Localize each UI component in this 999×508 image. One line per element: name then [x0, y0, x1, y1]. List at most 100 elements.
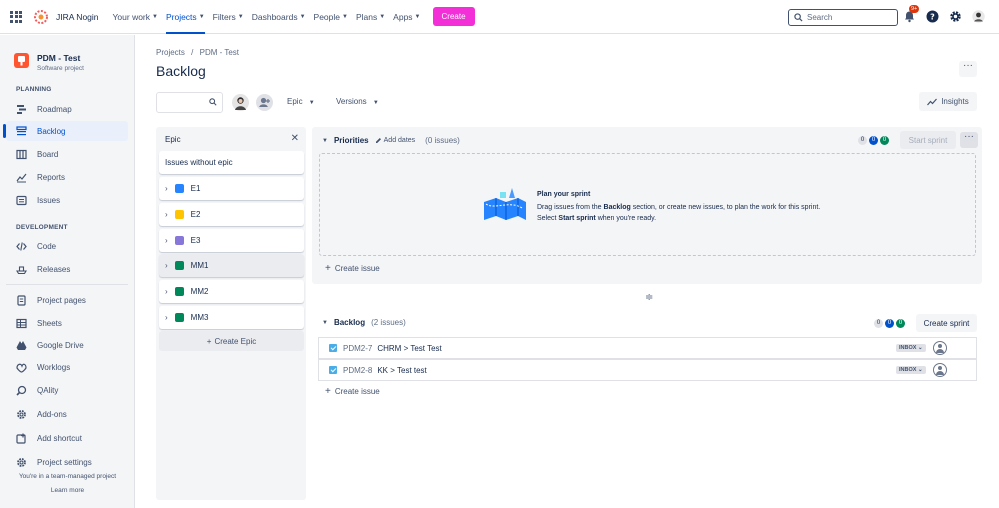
- epic-row[interactable]: › E3: [159, 229, 304, 252]
- sidebar-item-label: Board: [37, 149, 59, 159]
- notifications-icon[interactable]: 9+: [903, 5, 920, 23]
- settings-gear-icon[interactable]: [949, 10, 962, 23]
- epic-filter-label: Epic: [287, 97, 303, 106]
- versions-filter-dropdown[interactable]: Versions ▼: [336, 97, 379, 106]
- sidebar-item-issues[interactable]: Issues: [6, 190, 128, 210]
- project-name: PDM - Test: [37, 53, 81, 63]
- sidebar-item-qality[interactable]: QAlity: [6, 380, 128, 400]
- epic-name: E3: [190, 236, 201, 245]
- epic-row[interactable]: › E1: [159, 177, 304, 200]
- add-ons-gear-icon: [17, 409, 26, 419]
- epic-row[interactable]: › MM1: [159, 254, 304, 277]
- nav-apps[interactable]: Apps ▼: [393, 0, 420, 34]
- close-icon[interactable]: ✕: [291, 133, 299, 144]
- nav-filters[interactable]: Filters ▼: [213, 0, 244, 34]
- sidebar-item-reports[interactable]: Reports: [6, 167, 128, 187]
- epic-row[interactable]: › MM3: [159, 306, 304, 329]
- chevron-right-icon[interactable]: ›: [165, 313, 168, 322]
- issue-key[interactable]: PDM2-7: [343, 344, 372, 353]
- chevron-right-icon[interactable]: ›: [165, 261, 168, 270]
- releases-ship-icon: [16, 265, 27, 274]
- add-people-avatar-icon[interactable]: [256, 94, 273, 111]
- nav-your-work[interactable]: Your work ▼: [113, 0, 158, 34]
- epic-row[interactable]: › E2: [159, 203, 304, 226]
- sidebar-item-project-settings[interactable]: Project settings: [6, 452, 128, 472]
- nav-projects[interactable]: Projects ▼: [165, 0, 205, 34]
- create-sprint-button[interactable]: Create sprint: [916, 314, 977, 332]
- sidebar-item-sheets[interactable]: Sheets: [6, 313, 128, 333]
- sidebar-item-code[interactable]: Code: [6, 236, 128, 256]
- help-icon[interactable]: ?: [926, 10, 939, 23]
- status-label: INBOX: [899, 345, 917, 351]
- site-name[interactable]: JIRA Nogin: [56, 12, 99, 22]
- sidebar-item-board[interactable]: Board: [6, 144, 128, 164]
- epic-name: E1: [190, 184, 201, 193]
- chevron-down-icon[interactable]: ▼: [322, 138, 328, 144]
- sidebar-item-roadmap[interactable]: Roadmap: [6, 99, 128, 119]
- nav-people[interactable]: People ▼: [314, 0, 348, 34]
- jira-logo-icon[interactable]: [34, 9, 48, 24]
- task-type-icon: [329, 344, 337, 352]
- issue-summary: KK > Test test: [377, 365, 427, 375]
- sidebar-item-google-drive[interactable]: Google Drive: [6, 335, 128, 355]
- sidebar-item-add-ons[interactable]: Add-ons: [6, 404, 128, 424]
- backlog-header: ▼ Backlog (2 issues): [322, 318, 406, 327]
- chevron-down-icon: ▼: [308, 100, 315, 106]
- app-switcher-icon[interactable]: [10, 10, 22, 23]
- page-more-actions-button[interactable]: ···: [959, 61, 977, 77]
- sidebar-item-label: Releases: [37, 264, 71, 274]
- add-dates-label: Add dates: [383, 137, 416, 144]
- learn-more-link[interactable]: Learn more: [0, 487, 135, 494]
- chevron-down-icon[interactable]: ▼: [322, 320, 328, 326]
- sidebar-item-project-pages[interactable]: Project pages: [6, 290, 128, 310]
- sidebar-item-label: Code: [37, 241, 57, 251]
- backlog-create-issue-button[interactable]: + Create issue: [325, 386, 380, 397]
- drag-handle-icon[interactable]: ≑: [645, 292, 653, 303]
- issue-row[interactable]: PDM2-8 KK > Test test INBOX ⌄: [318, 359, 977, 381]
- sidebar-item-label: Backlog: [37, 126, 66, 136]
- sidebar-item-releases[interactable]: Releases: [6, 259, 128, 279]
- epic-color-swatch: [174, 287, 184, 296]
- unassigned-avatar-icon[interactable]: [933, 363, 947, 377]
- development-section-label: DEVELOPMENT: [16, 224, 68, 231]
- epic-filter-dropdown[interactable]: Epic ▼: [287, 97, 315, 106]
- issue-key[interactable]: PDM2-8: [343, 366, 372, 375]
- profile-avatar[interactable]: [972, 10, 985, 23]
- nav-dashboards[interactable]: Dashboards ▼: [252, 0, 306, 34]
- chevron-right-icon[interactable]: ›: [165, 236, 168, 245]
- user-avatar-filter[interactable]: [232, 94, 249, 111]
- planning-section-label: PLANNING: [16, 86, 52, 93]
- svg-text:?: ?: [930, 13, 935, 22]
- sidebar-item-worklogs[interactable]: Worklogs: [6, 357, 128, 377]
- sidebar-item-backlog[interactable]: Backlog: [3, 121, 128, 141]
- in-progress-count-badge: 0: [869, 136, 878, 145]
- plan-sprint-message: Plan your sprint Drag issues from the Ba…: [537, 189, 827, 224]
- status-dropdown[interactable]: INBOX ⌄: [896, 344, 926, 352]
- chevron-right-icon[interactable]: ›: [165, 184, 168, 193]
- epic-row[interactable]: › MM2: [159, 280, 304, 303]
- roadmap-icon: [17, 104, 26, 114]
- create-button[interactable]: Create: [432, 7, 475, 26]
- issues-without-epic[interactable]: Issues without epic: [159, 151, 304, 174]
- sprint-more-actions-button[interactable]: ···: [960, 132, 978, 148]
- unassigned-avatar-icon[interactable]: [933, 341, 947, 355]
- chevron-right-icon[interactable]: ›: [165, 287, 168, 296]
- breadcrumb-project[interactable]: PDM - Test: [200, 48, 239, 57]
- breadcrumb-projects[interactable]: Projects: [156, 48, 185, 57]
- add-dates-link[interactable]: Add dates: [375, 137, 416, 144]
- status-dropdown[interactable]: INBOX ⌄: [896, 366, 926, 374]
- chevron-right-icon[interactable]: ›: [165, 210, 168, 219]
- sidebar-item-add-shortcut[interactable]: Add shortcut: [6, 428, 128, 448]
- nav-plans[interactable]: Plans ▼: [356, 0, 385, 34]
- plan-sprint-title: Plan your sprint: [537, 191, 591, 198]
- backlog-issue-count: (2 issues): [371, 318, 406, 327]
- backlog-search-input[interactable]: [156, 92, 223, 113]
- sprint-create-issue-button[interactable]: + Create issue: [325, 263, 380, 274]
- issue-row[interactable]: PDM2-7 CHRM > Test Test INBOX ⌄: [318, 337, 977, 359]
- search-input[interactable]: Search: [788, 9, 898, 26]
- project-header[interactable]: PDM - Test Software project: [0, 35, 134, 72]
- start-sprint-button[interactable]: Start sprint: [900, 131, 956, 149]
- sprint-empty-drop-zone[interactable]: Plan your sprint Drag issues from the Ba…: [319, 153, 976, 256]
- create-epic-button[interactable]: + Create Epic: [159, 331, 304, 351]
- insights-button[interactable]: Insights: [919, 92, 977, 111]
